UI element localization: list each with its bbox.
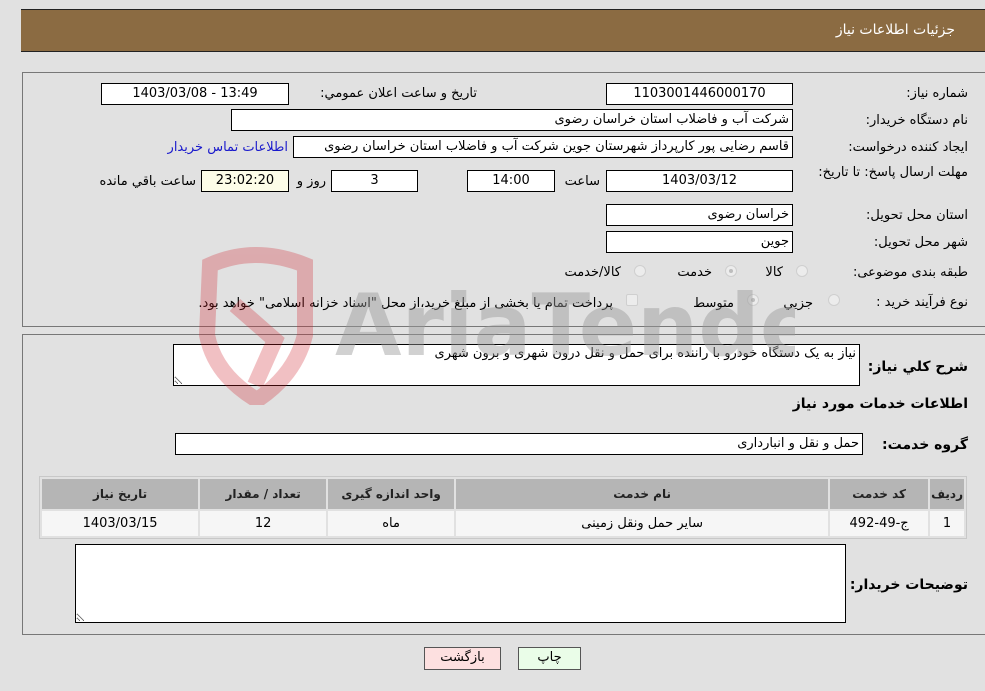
requester-field: قاسم رضایی پور کارپرداز شهرستان جوین شرک… [293, 136, 793, 158]
category-radio-goods[interactable] [796, 265, 808, 277]
buyer-org-label: نام دستگاه خریدار: [865, 113, 968, 128]
cell-unit: ماه [328, 511, 455, 536]
col-quantity: تعداد / مقدار [200, 479, 327, 509]
delivery-province-label: استان محل تحویل: [866, 208, 968, 223]
print-button[interactable]: چاپ [518, 647, 581, 670]
time-remaining-field: 23:02:20 [201, 170, 289, 192]
category-radio-service[interactable] [725, 265, 737, 277]
service-group-label: گروه خدمت: [882, 437, 968, 453]
category-radio-goods-service[interactable] [634, 265, 646, 277]
purchase-type-label: نوع فرآیند خرید : [876, 295, 968, 310]
delivery-province-field: خراسان رضوی [606, 204, 793, 226]
category-option-goods: کالا [765, 265, 783, 280]
buyer-notes-label: توضیحات خریدار: [849, 577, 968, 593]
cell-row-number: 1 [930, 511, 964, 536]
purchase-type-option-medium: متوسط [693, 296, 734, 311]
need-number-field: 1103001446000170 [606, 83, 793, 105]
category-option-service: خدمت [677, 265, 712, 280]
description-label: شرح كلي نیاز: [867, 359, 968, 375]
purchase-type-radio-medium[interactable] [747, 294, 759, 306]
treasury-note: پرداخت تمام یا بخشی از مبلغ خرید،از محل … [198, 296, 613, 311]
delivery-city-label: شهر محل تحویل: [873, 235, 968, 250]
need-number-label: شماره نیاز: [906, 86, 968, 101]
deadline-time-label: ساعت [564, 174, 600, 189]
table-row: 1 ج-49-492 سایر حمل ونقل زمینی ماه 12 14… [42, 511, 964, 536]
col-need-date: تاریخ نیاز [42, 479, 199, 509]
treasury-checkbox[interactable] [626, 294, 638, 306]
services-heading: اطلاعات خدمات مورد نیاز [792, 396, 968, 412]
back-button[interactable]: بازگشت [424, 647, 501, 670]
buyer-org-field: شرکت آب و فاضلاب استان خراسان رضوی [231, 109, 793, 131]
services-table: ردیف کد خدمت نام خدمت واحد اندازه گیری ت… [39, 476, 967, 539]
col-service-code: کد خدمت [830, 479, 929, 509]
deadline-date-field: 1403/03/12 [606, 170, 793, 192]
col-row-number: ردیف [930, 479, 964, 509]
description-textarea[interactable]: نیاز به یک دستگاه خودرو با راننده برای ح… [173, 344, 860, 386]
category-option-goods-service: کالا/خدمت [564, 265, 621, 280]
col-service-name: نام خدمت [456, 479, 829, 509]
requester-label: ایجاد کننده درخواست: [848, 140, 968, 155]
col-unit: واحد اندازه گیری [328, 479, 455, 509]
category-label: طبقه بندی موضوعی: [852, 265, 968, 280]
page-header: جزئیات اطلاعات نیاز [21, 9, 985, 52]
cell-service-name: سایر حمل ونقل زمینی [456, 511, 829, 536]
days-label: روز و [296, 174, 326, 189]
buyer-notes-textarea[interactable] [75, 544, 846, 623]
deadline-label: مهلت ارسال پاسخ: تا تاریخ: [818, 165, 968, 180]
cell-service-code: ج-49-492 [830, 511, 929, 536]
days-remaining-field: 3 [331, 170, 418, 192]
services-table-header: ردیف کد خدمت نام خدمت واحد اندازه گیری ت… [42, 479, 964, 509]
deadline-time-field: 14:00 [467, 170, 555, 192]
time-remaining-label: ساعت باقي مانده [99, 174, 196, 189]
service-group-field: حمل و نقل و انبارداری [175, 433, 863, 455]
announce-datetime-label: تاریخ و ساعت اعلان عمومي: [320, 86, 477, 101]
delivery-city-field: جوین [606, 231, 793, 253]
buyer-contact-link[interactable]: اطلاعات تماس خریدار [168, 140, 288, 155]
cell-quantity: 12 [200, 511, 327, 536]
cell-need-date: 1403/03/15 [42, 511, 199, 536]
page-title: جزئیات اطلاعات نیاز [835, 22, 955, 38]
announce-datetime-field: 1403/03/08 - 13:49 [101, 83, 289, 105]
purchase-type-radio-minor[interactable] [828, 294, 840, 306]
purchase-type-option-minor: جزيي [783, 296, 813, 311]
